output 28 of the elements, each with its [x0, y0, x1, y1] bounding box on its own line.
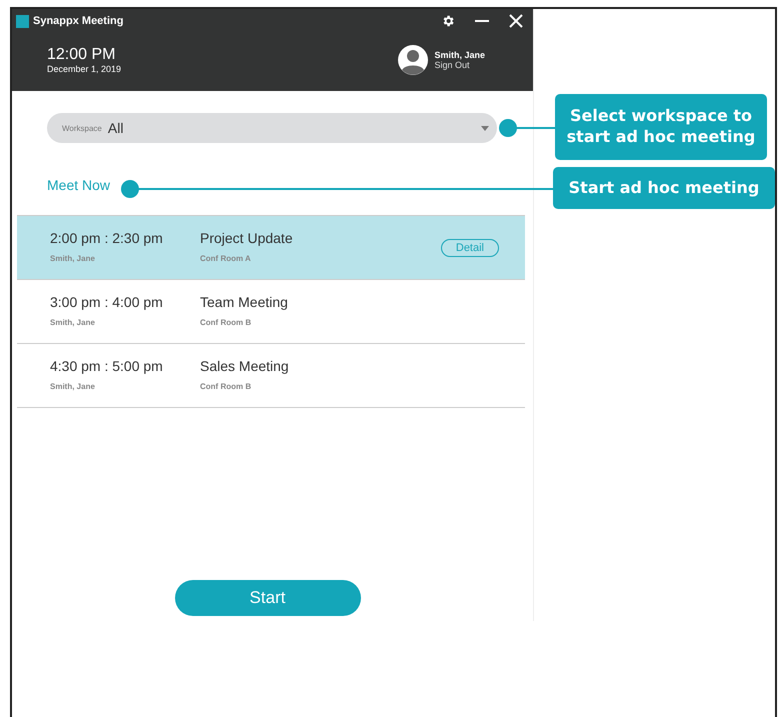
meeting-room: Conf Room B [200, 382, 252, 391]
connector-dot [499, 119, 517, 137]
meeting-time: 3:00 pm : 4:00 pm [50, 294, 164, 310]
window-title: Synappx Meeting [33, 15, 124, 27]
meeting-title: Team Meeting [200, 294, 289, 310]
meeting-organizer: Smith, Jane [50, 318, 96, 327]
current-date: December 1, 2019 [47, 64, 122, 74]
user-name: Smith, Jane [434, 50, 485, 60]
meeting-organizer: Smith, Jane [50, 382, 96, 391]
current-time: 12:00 PM [47, 46, 116, 64]
app-logo-icon [16, 14, 29, 28]
dropdown-caret-icon [481, 126, 489, 130]
meeting-title: Sales Meeting [200, 358, 290, 374]
callout-label: Select workspace to start ad hoc meeting [555, 94, 767, 160]
workspace-label: Workspace [62, 124, 102, 132]
meeting-organizer: Smith, Jane [50, 254, 96, 263]
meeting-room: Conf Room A [200, 254, 252, 263]
sign-out-link[interactable]: Sign Out [434, 60, 485, 70]
meeting-time: 4:30 pm : 5:00 pm [50, 358, 164, 374]
meeting-row[interactable]: 2:00 pm : 2:30 pm Smith, Jane Project Update Conf Room A Detail [17, 216, 525, 280]
meeting-room: Conf Room B [200, 318, 252, 327]
callout-label: Start ad hoc meeting [553, 167, 775, 209]
workspace-value: All [108, 120, 124, 136]
avatar-icon [398, 45, 428, 75]
connector-dot [121, 180, 139, 198]
meeting-time: 2:00 pm : 2:30 pm [50, 230, 164, 246]
workspace-dropdown[interactable]: Workspace All [47, 113, 497, 143]
meeting-title: Project Update [200, 230, 294, 246]
